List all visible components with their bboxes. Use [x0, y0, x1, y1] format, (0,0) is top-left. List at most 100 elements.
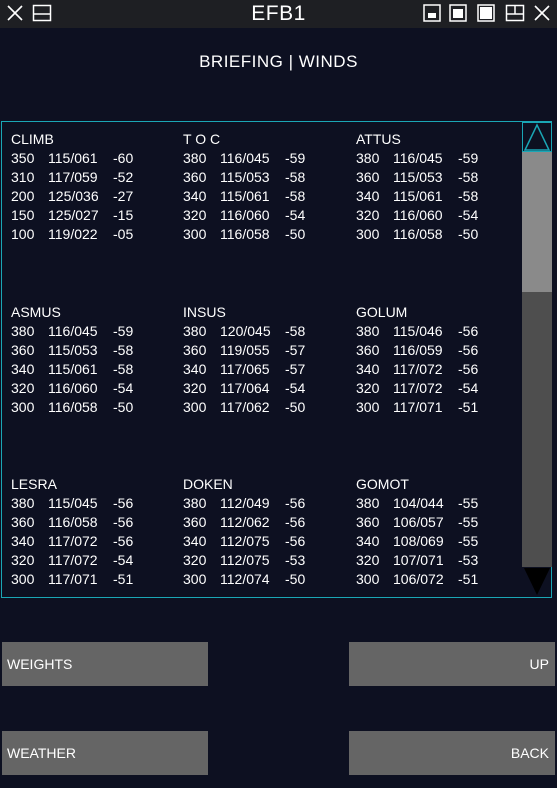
temperature: -27 [113, 188, 134, 204]
wind-row: 320 112/075 -53 [183, 551, 353, 570]
back-button[interactable]: BACK [349, 731, 555, 775]
temperature: -56 [113, 495, 134, 511]
wind-dir-speed: 107/071 [393, 552, 444, 568]
wind-row: 380 104/044 -55 [356, 494, 526, 513]
temperature: -55 [458, 514, 479, 530]
wind-dir-speed: 115/046 [393, 323, 443, 339]
wind-row: 380 116/045 -59 [356, 149, 526, 168]
wind-dir-speed: 112/075 [220, 533, 270, 549]
wind-dir-speed: 116/058 [48, 399, 98, 415]
waypoint-name: GOMOT [356, 476, 409, 492]
temperature: -50 [285, 571, 306, 587]
wind-dir-speed: 117/065 [220, 361, 270, 377]
temperature: -59 [458, 150, 479, 166]
waypoint-block: DOKEN 380 112/049 -56 360 112/062 -56 340 112/07… [183, 475, 353, 589]
wind-row: 340 115/061 -58 [356, 187, 526, 206]
scroll-down-icon[interactable] [522, 566, 552, 596]
window-icon[interactable] [505, 4, 525, 22]
temperature: -05 [113, 226, 134, 242]
wind-dir-speed: 115/045 [48, 495, 98, 511]
wind-row: 300 116/058 -50 [11, 398, 181, 417]
flight-level: 320 [356, 207, 380, 223]
wind-row: 320 117/072 -54 [356, 379, 526, 398]
flight-level: 380 [183, 323, 207, 339]
waypoint-block: ASMUS 380 116/045 -59 360 115/053 -58 340 115/06… [11, 303, 181, 417]
flight-level: 310 [11, 169, 35, 185]
wind-dir-speed: 117/072 [48, 552, 98, 568]
flight-level: 100 [11, 226, 35, 242]
temperature: -50 [113, 399, 134, 415]
wind-dir-speed: 120/045 [220, 323, 271, 339]
temperature: -54 [458, 380, 479, 396]
wind-row: 300 117/071 -51 [11, 570, 181, 589]
flight-level: 320 [11, 552, 35, 568]
wind-dir-speed: 115/061 [220, 188, 270, 204]
wind-dir-speed: 115/061 [393, 188, 443, 204]
wind-row: 340 117/072 -56 [356, 360, 526, 379]
scroll-up-icon[interactable] [522, 122, 552, 152]
minimize-icon[interactable] [423, 4, 441, 22]
wind-dir-speed: 116/060 [220, 207, 270, 223]
temperature: -54 [113, 380, 134, 396]
flight-level: 300 [183, 399, 207, 415]
temperature: -58 [285, 169, 306, 185]
temperature: -57 [285, 361, 306, 377]
wind-row: 380 116/045 -59 [11, 322, 181, 341]
waypoint-name: DOKEN [183, 476, 233, 492]
page-title: BRIEFING | WINDS [199, 52, 358, 71]
maximize-icon[interactable] [477, 4, 495, 22]
close-icon[interactable] [533, 4, 551, 22]
wind-dir-speed: 116/058 [220, 226, 270, 242]
temperature: -54 [285, 207, 306, 223]
temperature: -56 [458, 323, 479, 339]
waypoint-block: T O C 380 116/045 -59 360 115/053 -58 340 115/06… [183, 130, 353, 244]
temperature: -58 [285, 323, 306, 339]
wind-row: 350 115/061 -60 [11, 149, 181, 168]
square-icon[interactable] [449, 4, 467, 22]
flight-level: 360 [183, 514, 207, 530]
temperature: -53 [458, 552, 479, 568]
temperature: -50 [458, 226, 479, 242]
wind-dir-speed: 116/059 [393, 342, 443, 358]
flight-level: 360 [356, 342, 380, 358]
temperature: -50 [285, 399, 306, 415]
wind-dir-speed: 119/022 [48, 226, 98, 242]
flight-level: 320 [183, 380, 207, 396]
weights-button[interactable]: WEIGHTS [2, 642, 208, 686]
wind-dir-speed: 115/061 [48, 361, 98, 377]
temperature: -53 [285, 552, 306, 568]
weather-button[interactable]: WEATHER [2, 731, 208, 775]
wind-row: 340 117/065 -57 [183, 360, 353, 379]
wind-dir-speed: 108/069 [393, 533, 444, 549]
wind-row: 340 115/061 -58 [183, 187, 353, 206]
wind-dir-speed: 117/072 [48, 533, 98, 549]
wind-row: 360 116/058 -56 [11, 513, 181, 532]
wind-row: 380 115/046 -56 [356, 322, 526, 341]
temperature: -58 [285, 188, 306, 204]
wind-dir-speed: 117/059 [48, 169, 98, 185]
flight-level: 320 [11, 380, 35, 396]
wind-dir-speed: 116/058 [393, 226, 443, 242]
temperature: -15 [113, 207, 134, 223]
flight-level: 380 [183, 150, 207, 166]
waypoint-name: GOLUM [356, 304, 408, 320]
flight-level: 340 [11, 533, 35, 549]
temperature: -58 [113, 361, 134, 377]
wind-dir-speed: 117/064 [220, 380, 270, 396]
scrollbar[interactable] [522, 122, 552, 597]
flight-level: 340 [183, 188, 207, 204]
wind-dir-speed: 112/049 [220, 495, 270, 511]
temperature: -51 [113, 571, 134, 587]
up-button[interactable]: UP [349, 642, 555, 686]
scroll-thumb[interactable] [522, 152, 552, 292]
flight-level: 150 [11, 207, 35, 223]
wind-dir-speed: 116/060 [393, 207, 443, 223]
flight-level: 300 [356, 399, 380, 415]
waypoint-block: INSUS 380 120/045 -58 360 119/055 -57 340 117/06… [183, 303, 353, 417]
title-bar: EFB1 [0, 0, 557, 28]
temperature: -60 [113, 150, 134, 166]
scroll-track[interactable] [522, 292, 552, 567]
wind-row: 320 117/064 -54 [183, 379, 353, 398]
wind-dir-speed: 104/044 [393, 495, 444, 511]
flight-level: 300 [356, 226, 380, 242]
